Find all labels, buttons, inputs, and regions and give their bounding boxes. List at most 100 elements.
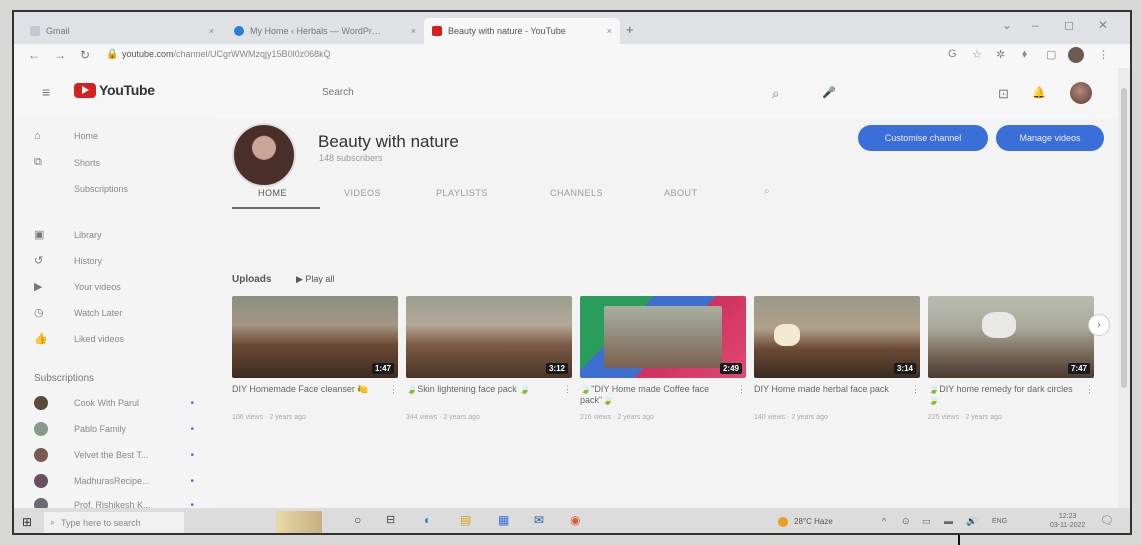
- subscription-item[interactable]: Pablo Family •: [34, 422, 194, 436]
- page-scrollbar[interactable]: [1118, 68, 1130, 508]
- subscription-item[interactable]: MadhurasRecipe... •: [34, 474, 194, 488]
- tab-close-icon[interactable]: ×: [209, 26, 214, 36]
- customise-channel-button[interactable]: Customise channel: [858, 125, 988, 151]
- shelf-next-button[interactable]: ›: [1088, 314, 1110, 336]
- video-menu-icon[interactable]: ⋮: [563, 384, 572, 395]
- video-card[interactable]: 3:12 🍃Skin lightening face pack 🍃 ⋮ 344 …: [406, 296, 572, 421]
- sidebar-item-home[interactable]: ⌂ Home: [34, 130, 98, 142]
- forward-icon[interactable]: →: [54, 48, 66, 62]
- video-thumbnail[interactable]: 3:14: [754, 296, 920, 378]
- tab-wordpress[interactable]: My Home ‹ Herbals — WordPr… ×: [226, 18, 424, 44]
- sidebar-item-watch-later[interactable]: ◷ Watch Later: [34, 306, 122, 319]
- create-video-icon[interactable]: ⊡: [998, 86, 1009, 102]
- tab-close-icon[interactable]: ×: [411, 26, 416, 36]
- video-title[interactable]: 🍃"DIY Home made Coffee face pack"🍃 ⋮: [580, 384, 746, 406]
- play-all-button[interactable]: ▶ Play all: [296, 274, 334, 285]
- sidebar-item-shorts[interactable]: ⧉ Shorts: [34, 156, 100, 169]
- taskbar-search-box[interactable]: ⌕ Type here to search: [44, 512, 184, 533]
- profile-avatar-icon[interactable]: [1068, 47, 1084, 63]
- cortana-icon[interactable]: ○: [354, 513, 361, 527]
- tab-youtube[interactable]: Beauty with nature - YouTube ×: [424, 18, 620, 44]
- browser-menu-icon[interactable]: ⋮: [1098, 48, 1109, 61]
- account-avatar[interactable]: [1070, 82, 1092, 104]
- video-menu-icon[interactable]: ⋮: [1085, 384, 1094, 395]
- video-menu-icon[interactable]: ⋮: [911, 384, 920, 395]
- puzzle-icon[interactable]: ⬧: [1022, 48, 1027, 61]
- notifications-bell-icon[interactable]: 🔔: [1032, 86, 1046, 99]
- tab-close-icon[interactable]: ×: [607, 26, 612, 36]
- url-field[interactable]: youtube.com/channel/UCgrWWMzqjy15B0l0z06…: [122, 49, 331, 59]
- video-thumbnail[interactable]: 2:49: [580, 296, 746, 378]
- tray-app-icon[interactable]: ⊙: [902, 516, 910, 527]
- manage-videos-button[interactable]: Manage videos: [996, 125, 1104, 151]
- tab-home[interactable]: HOME: [258, 188, 287, 198]
- maximize-icon[interactable]: ◻: [1064, 18, 1074, 32]
- video-thumbnail[interactable]: 1:47: [232, 296, 398, 378]
- weather-text[interactable]: 28°C Haze: [794, 517, 833, 526]
- scrollbar-thumb[interactable]: [1121, 88, 1127, 388]
- video-card[interactable]: 7:47 🍃DIY home remedy for dark circles 🍃…: [928, 296, 1094, 421]
- channel-avatar-large[interactable]: [232, 123, 296, 187]
- youtube-logo[interactable]: YouTube: [74, 82, 155, 98]
- file-explorer-icon[interactable]: ▤: [460, 513, 471, 527]
- edge-icon[interactable]: ◐: [424, 513, 431, 527]
- subscription-item[interactable]: Cook With Parul •: [34, 396, 194, 410]
- notification-center-icon[interactable]: 🗨: [1100, 514, 1114, 527]
- store-icon[interactable]: ▦: [498, 513, 509, 527]
- video-thumbnail[interactable]: 3:12: [406, 296, 572, 378]
- taskbar-clock[interactable]: 12:23 03-11-2022: [1050, 512, 1085, 530]
- tab-videos[interactable]: VIDEOS: [344, 188, 381, 198]
- windows-start-icon[interactable]: ⊞: [22, 515, 32, 529]
- video-menu-icon[interactable]: ⋮: [389, 384, 398, 395]
- tab-playlists[interactable]: PLAYLISTS: [436, 188, 488, 198]
- reload-icon[interactable]: ↻: [80, 48, 90, 62]
- minimize-icon[interactable]: –: [1032, 18, 1039, 32]
- mic-icon[interactable]: 🎤: [822, 86, 836, 99]
- new-content-dot: •: [190, 475, 194, 487]
- tray-overflow-icon[interactable]: ^: [882, 516, 886, 526]
- tab-about[interactable]: ABOUT: [664, 188, 698, 198]
- battery-icon[interactable]: ▬: [944, 516, 953, 526]
- screen: Gmail × My Home ‹ Herbals — WordPr… × Be…: [12, 10, 1132, 535]
- hamburger-menu-icon[interactable]: ≡: [42, 84, 50, 100]
- google-lens-icon[interactable]: G: [948, 48, 957, 60]
- close-window-icon[interactable]: ✕: [1098, 18, 1108, 32]
- video-duration: 7:47: [1067, 363, 1090, 374]
- side-panel-icon[interactable]: ▢: [1046, 48, 1056, 61]
- mail-icon[interactable]: ✉: [534, 513, 544, 527]
- thumbnail-inset-image: [604, 306, 722, 368]
- video-card[interactable]: 2:49 🍃"DIY Home made Coffee face pack"🍃 …: [580, 296, 746, 421]
- video-title[interactable]: 🍃Skin lightening face pack 🍃 ⋮: [406, 384, 572, 406]
- sidebar-item-history[interactable]: ↺ History: [34, 254, 102, 267]
- back-icon[interactable]: ←: [28, 48, 40, 62]
- task-view-icon[interactable]: ⊟: [386, 513, 395, 526]
- extension-icon[interactable]: ✲: [996, 48, 1005, 61]
- sidebar-item-library[interactable]: ▣ Library: [34, 228, 102, 241]
- bookmark-star-icon[interactable]: ☆: [972, 48, 982, 61]
- video-title[interactable]: DIY Home made herbal face pack ⋮: [754, 384, 920, 406]
- uploads-heading[interactable]: Uploads: [232, 274, 271, 285]
- channel-search-icon[interactable]: ⌕: [764, 186, 770, 197]
- tray-display-icon[interactable]: ▭: [922, 516, 931, 527]
- video-card[interactable]: 3:14 DIY Home made herbal face pack ⋮ 14…: [754, 296, 920, 421]
- tab-search-icon[interactable]: ⌄: [1002, 18, 1012, 32]
- search-icon[interactable]: ⌕: [772, 86, 779, 102]
- new-tab-button[interactable]: +: [626, 22, 634, 37]
- language-indicator[interactable]: ENG: [992, 518, 1007, 525]
- sidebar-item-subscriptions[interactable]: Subscriptions: [34, 184, 128, 194]
- search-input[interactable]: [322, 87, 622, 98]
- tab-gmail[interactable]: Gmail ×: [22, 18, 222, 44]
- video-title[interactable]: DIY Homemade Face cleanser 🍋 ⋮: [232, 384, 398, 406]
- sidebar-item-your-videos[interactable]: ▶ Your videos: [34, 280, 121, 293]
- video-menu-icon[interactable]: ⋮: [737, 384, 746, 395]
- video-thumbnail[interactable]: 7:47: [928, 296, 1094, 378]
- video-title[interactable]: 🍃DIY home remedy for dark circles 🍃 ⋮: [928, 384, 1094, 406]
- chrome-icon[interactable]: ◉: [570, 513, 580, 527]
- tab-channels[interactable]: CHANNELS: [550, 188, 603, 198]
- video-meta: 344 views · 2 years ago: [406, 414, 480, 421]
- library-icon: ▣: [34, 229, 45, 241]
- volume-icon[interactable]: 🔊: [966, 516, 977, 527]
- sidebar-item-liked-videos[interactable]: 👍 Liked videos: [34, 332, 124, 345]
- subscription-item[interactable]: Velvet the Best T... •: [34, 448, 194, 462]
- video-card[interactable]: 1:47 DIY Homemade Face cleanser 🍋 ⋮ 106 …: [232, 296, 398, 421]
